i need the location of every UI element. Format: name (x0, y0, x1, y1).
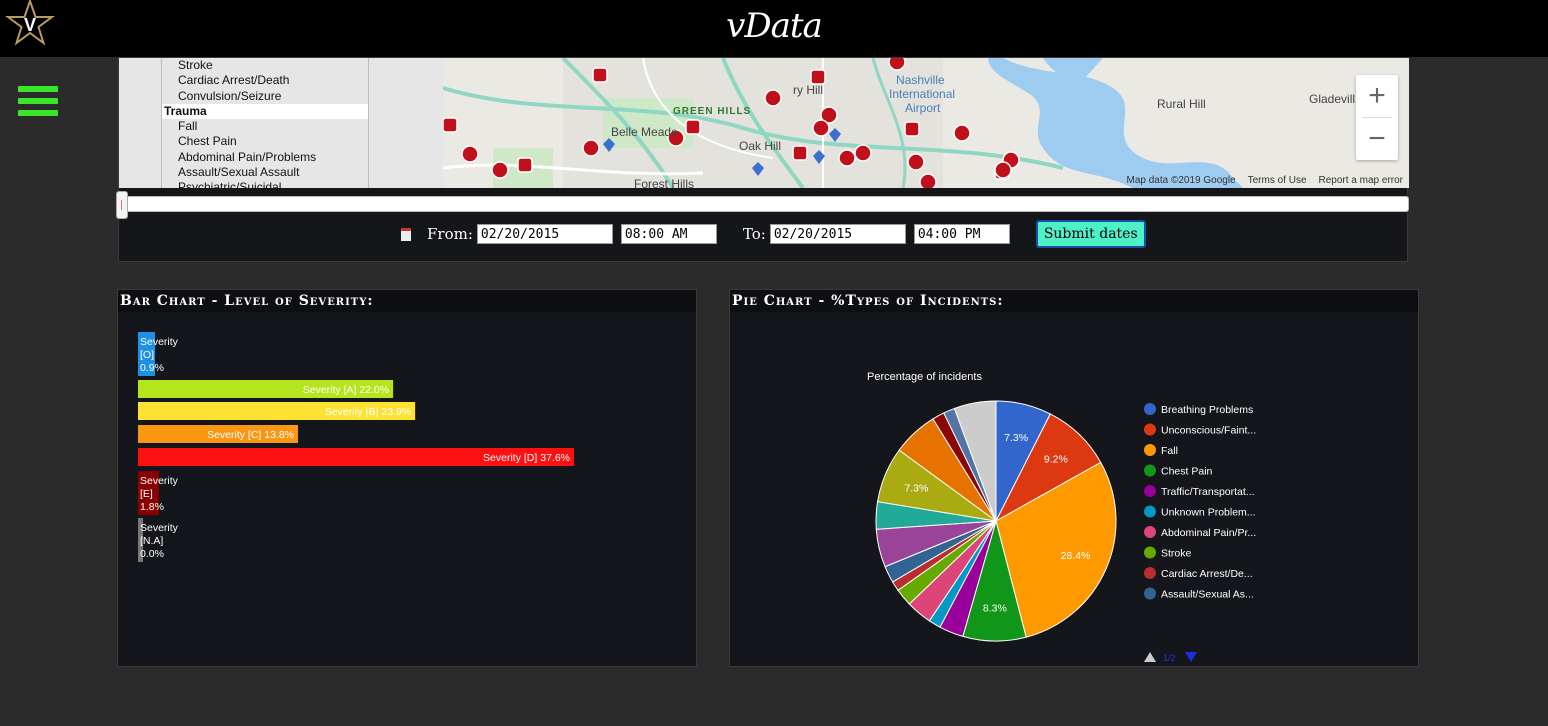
bar-data-label: Severity [A] 22.0% (303, 384, 389, 396)
pie-chart-card: Pie Chart - %Types of Incidents: Percent… (729, 289, 1419, 667)
legend-swatch (1144, 423, 1156, 436)
legend-swatch (1144, 444, 1156, 456)
legend-prev-icon[interactable] (1144, 652, 1156, 662)
listbox-option[interactable]: Abdominal Pain/Problems (162, 150, 368, 165)
svg-text:Nashville: Nashville (896, 73, 945, 87)
listbox-option[interactable]: Chest Pain (162, 134, 368, 149)
svg-text:Oak Hill: Oak Hill (739, 139, 781, 153)
bar-data-label: Severity [D] 37.6% (483, 452, 570, 464)
time-range-slider[interactable] (116, 191, 1409, 219)
zoom-out-button[interactable]: − (1356, 118, 1398, 160)
legend-next-icon[interactable] (1185, 652, 1197, 662)
app-brand: vData (726, 6, 823, 46)
pie-slice-label: 8.3% (983, 602, 1007, 614)
legend-swatch (1144, 505, 1156, 518)
listbox-option[interactable]: Cardiac Arrest/Death (162, 73, 368, 88)
legend-label[interactable]: Assault/Sexual As... (1161, 589, 1254, 601)
legend-swatch (1144, 587, 1156, 600)
to-date-input[interactable] (769, 224, 906, 244)
legend-label[interactable]: Breathing Problems (1161, 404, 1253, 416)
bar-data-label: Severity [O] 0.9% (140, 336, 179, 374)
svg-text:Airport: Airport (905, 101, 941, 115)
from-label: From: (427, 225, 473, 243)
incident-type-list-container: Stroke Cardiac Arrest/Death Convulsion/Sei… (119, 58, 444, 188)
legend-label[interactable]: Chest Pain (1161, 466, 1213, 478)
calendar-icon[interactable] (401, 227, 411, 241)
legend-label[interactable]: Abdominal Pain/Pr... (1161, 527, 1256, 539)
legend-swatch (1144, 567, 1156, 579)
svg-text:Belle Meade: Belle Meade (611, 125, 678, 139)
pie-chart-title: Pie Chart - %Types of Incidents: (730, 290, 1418, 312)
bar-data-label: Severity [E] 1.8% (140, 475, 179, 513)
listbox-option[interactable]: Assault/Sexual Assault (162, 165, 368, 180)
legend-swatch (1144, 526, 1156, 538)
bar-chart-card: Bar Chart - Level of Severity: Severity[… (117, 289, 697, 667)
submit-dates-button[interactable]: Submit dates (1035, 220, 1146, 248)
pie-slice-label: 7.3% (1004, 432, 1028, 444)
pie-slice-label: 9.2% (1044, 454, 1068, 466)
severity-bar-chart: Severity [O] 0.9% Severity [A] 22.0% Severit… (138, 332, 574, 562)
bar-data-label: Severity [C] 13.8% (207, 429, 294, 441)
to-label: To: (742, 225, 766, 243)
legend-swatch (1144, 546, 1156, 559)
legend-swatch (1144, 464, 1156, 477)
legend-label[interactable]: Unconscious/Faint... (1161, 425, 1256, 437)
svg-text:ry Hill: ry Hill (793, 83, 823, 97)
legend-swatch (1144, 403, 1156, 415)
svg-text:International: International (889, 87, 955, 101)
svg-text:Rural Hill: Rural Hill (1157, 97, 1206, 111)
map-data-credit: Map data ©2019 Google (1126, 175, 1236, 186)
listbox-option[interactable]: Psychiatric/Suicidal (162, 180, 368, 188)
bar-data-label: Severity [N.A] 0.0% (140, 522, 179, 560)
zoom-in-button[interactable]: + (1356, 75, 1398, 117)
from-date-input[interactable] (476, 224, 613, 244)
map-tiles: Nashville International Airport GREEN HI… (443, 58, 1409, 188)
listbox-option[interactable]: Convulsion/Seizure (162, 89, 368, 104)
legend-label[interactable]: Stroke (1161, 548, 1192, 560)
date-range-form: From: To: Submit dates (401, 220, 1146, 248)
incident-type-pie-chart: Percentage of incidents 7.3% 9.2% 28.4% 8.3%… (867, 371, 1256, 663)
legend-label[interactable]: Fall (1161, 445, 1178, 457)
legend-swatch (1144, 485, 1156, 497)
listbox-group-header[interactable]: Trauma (162, 103, 368, 120)
bar-data-label: Severity [B] 23.9% (325, 406, 411, 418)
svg-text:GREEN HILLS: GREEN HILLS (673, 106, 751, 117)
svg-text:Gladevill: Gladevill (1309, 92, 1355, 106)
incident-type-listbox[interactable]: Stroke Cardiac Arrest/Death Convulsion/Sei… (161, 58, 369, 188)
listbox-option[interactable]: Stroke (162, 58, 368, 73)
terms-of-use-link[interactable]: Terms of Use (1248, 175, 1307, 186)
legend-page-indicator: 1/2 (1163, 653, 1176, 663)
top-bar: V vData (0, 0, 1548, 57)
legend-label[interactable]: Unknown Problem... (1161, 507, 1256, 519)
legend-label[interactable]: Traffic/Transportat... (1161, 486, 1255, 498)
pie-chart-subtitle: Percentage of incidents (867, 371, 982, 383)
menu-icon[interactable] (18, 86, 58, 120)
to-time-input[interactable] (913, 224, 1010, 244)
map-attribution: Map data ©2019 Google Terms of Use Repor… (1126, 175, 1403, 186)
report-map-error-link[interactable]: Report a map error (1319, 175, 1403, 186)
map-zoom-control: + − (1356, 75, 1398, 160)
legend-label[interactable]: Cardiac Arrest/De... (1161, 568, 1253, 580)
pie-slice-label: 7.3% (904, 483, 928, 495)
incident-map[interactable]: Nashville International Airport GREEN HI… (443, 58, 1409, 188)
from-time-input[interactable] (620, 224, 717, 244)
bar-chart-title: Bar Chart - Level of Severity: (118, 290, 696, 312)
listbox-option[interactable]: Fall (162, 119, 368, 134)
slider-handle[interactable] (116, 191, 128, 219)
map-panel: Stroke Cardiac Arrest/Death Convulsion/Sei… (116, 57, 1409, 262)
pie-slice-label: 28.4% (1061, 550, 1091, 562)
svg-text:Forest Hills: Forest Hills (634, 177, 694, 188)
